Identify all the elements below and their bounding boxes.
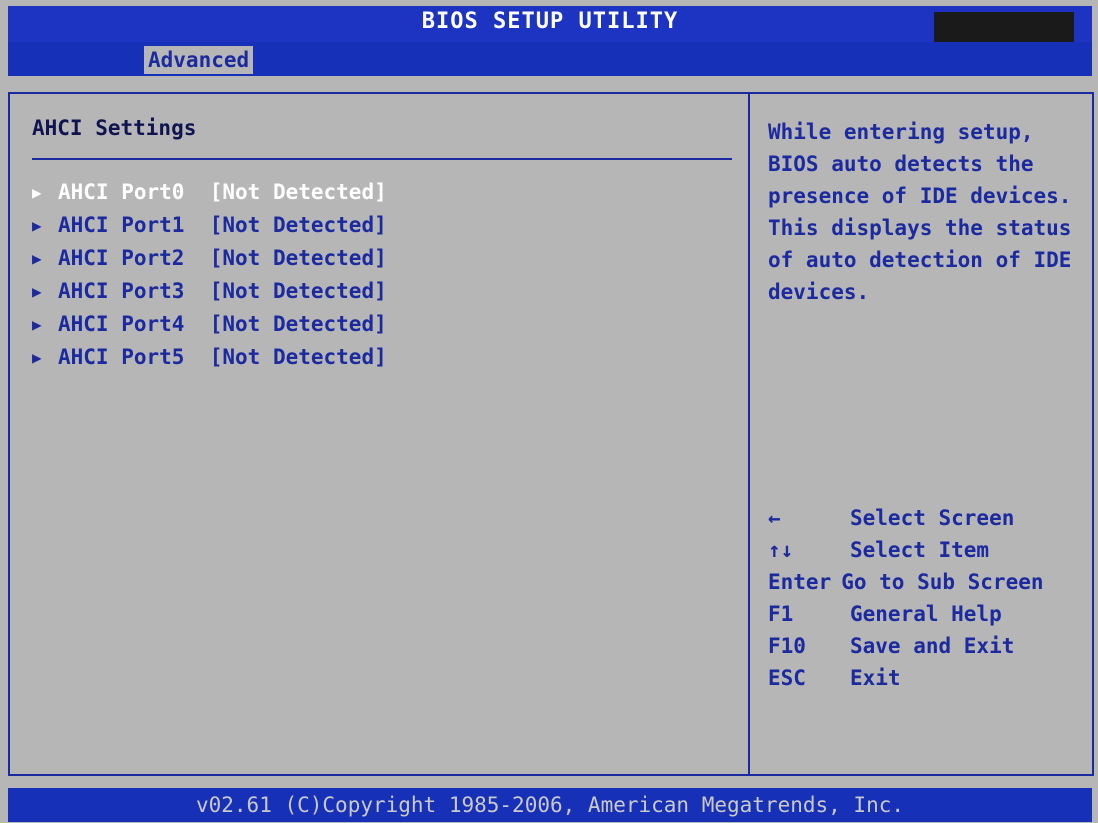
ahci-port-label: AHCI Port2 — [58, 246, 185, 270]
ahci-port-item[interactable]: ▶ AHCI Port2 [Not Detected] — [32, 242, 387, 275]
pane-divider — [748, 94, 750, 774]
submenu-arrow-icon: ▶ — [32, 348, 42, 367]
submenu-arrow-icon: ▶ — [32, 183, 42, 202]
key-name: F1 — [768, 602, 794, 626]
ahci-port-status: [Not Detected] — [209, 213, 387, 237]
key-action: Go to Sub Screen — [841, 570, 1044, 594]
ahci-port-status: [Not Detected] — [209, 312, 387, 336]
key-legend-row: Enter Go to Sub Screen — [768, 566, 1078, 598]
ahci-port-label: AHCI Port3 — [58, 279, 185, 303]
title-bar-block — [934, 12, 1074, 42]
key-legend-row: ← Select Screen — [768, 502, 1078, 534]
ahci-port-item[interactable]: ▶ AHCI Port4 [Not Detected] — [32, 308, 387, 341]
key-legend-row: ESC Exit — [768, 662, 1078, 694]
key-legend-row: F1 General Help — [768, 598, 1078, 630]
key-legend-row: ↑↓ Select Item — [768, 534, 1078, 566]
tab-advanced[interactable]: Advanced — [144, 46, 254, 74]
key-action: Exit — [850, 666, 901, 690]
ahci-port-item[interactable]: ▶ AHCI Port5 [Not Detected] — [32, 341, 387, 374]
ahci-port-label: AHCI Port1 — [58, 213, 185, 237]
key-action: Select Item — [850, 538, 990, 562]
ahci-port-list: ▶ AHCI Port0 [Not Detected] ▶ AHCI Port1 [N… — [32, 176, 387, 374]
menu-bar: Advanced — [8, 42, 1092, 76]
ahci-port-item[interactable]: ▶ AHCI Port0 [Not Detected] — [32, 176, 387, 209]
key-legend: ← Select Screen ↑↓ Select Item Enter Go to Su… — [768, 502, 1078, 694]
title-bar: BIOS SETUP UTILITY — [8, 6, 1092, 42]
submenu-arrow-icon: ▶ — [32, 216, 42, 235]
ahci-port-status: [Not Detected] — [209, 180, 387, 204]
ahci-port-item[interactable]: ▶ AHCI Port1 [Not Detected] — [32, 209, 387, 242]
ahci-port-item[interactable]: ▶ AHCI Port3 [Not Detected] — [32, 275, 387, 308]
help-text: While entering setup, BIOS auto detects … — [768, 120, 1072, 304]
app-title: BIOS SETUP UTILITY — [421, 9, 679, 34]
ahci-port-label: AHCI Port5 — [58, 345, 185, 369]
key-name: F10 — [768, 634, 806, 658]
key-action: General Help — [850, 602, 1002, 626]
ahci-port-status: [Not Detected] — [209, 246, 387, 270]
submenu-arrow-icon: ▶ — [32, 282, 42, 301]
ahci-port-status: [Not Detected] — [209, 279, 387, 303]
copyright-footer: v02.61 (C)Copyright 1985-2006, American … — [8, 788, 1092, 822]
key-name: ESC — [768, 666, 806, 690]
key-action: Save and Exit — [850, 634, 1015, 658]
key-name: Enter — [768, 570, 832, 594]
ahci-port-label: AHCI Port4 — [58, 312, 185, 336]
submenu-arrow-icon: ▶ — [32, 249, 42, 268]
section-title: AHCI Settings — [32, 116, 197, 140]
key-name: ← — [768, 506, 781, 530]
submenu-arrow-icon: ▶ — [32, 315, 42, 334]
ahci-port-status: [Not Detected] — [209, 345, 387, 369]
key-legend-row: F10 Save and Exit — [768, 630, 1078, 662]
bios-screen: BIOS SETUP UTILITY Advanced AHCI Setting… — [0, 0, 1098, 823]
ahci-port-label: AHCI Port0 — [58, 180, 185, 204]
key-name: ↑↓ — [768, 538, 794, 562]
section-divider — [32, 158, 732, 160]
settings-frame: AHCI Settings ▶ AHCI Port0 [Not Detected]… — [8, 92, 1094, 776]
key-action: Select Screen — [850, 506, 1015, 530]
